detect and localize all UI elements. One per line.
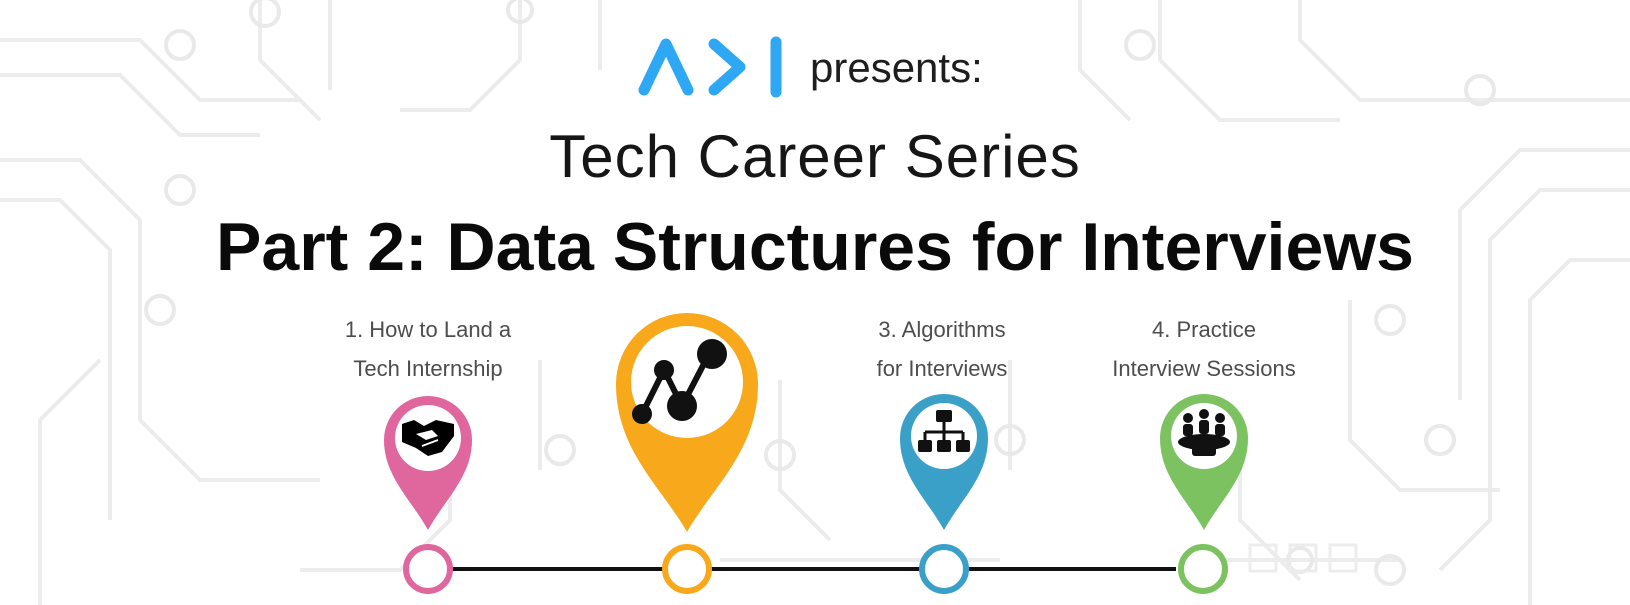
logo-icon <box>638 36 782 98</box>
step-2-pin <box>616 313 758 532</box>
step-1-pin <box>384 396 472 530</box>
step-4-label: 4. Practice Interview Sessions <box>1112 317 1296 381</box>
part-title: Part 2: Data Structures for Interviews <box>216 209 1414 285</box>
series-title: Tech Career Series <box>549 123 1081 190</box>
step-3-label: 3. Algorithms for Interviews <box>876 317 1008 381</box>
step-1-label: 1. How to Land a Tech Internship <box>344 317 512 381</box>
presents-label: presents: <box>810 44 983 91</box>
step-4-pin <box>1160 394 1248 530</box>
step-3-pin <box>900 394 988 530</box>
